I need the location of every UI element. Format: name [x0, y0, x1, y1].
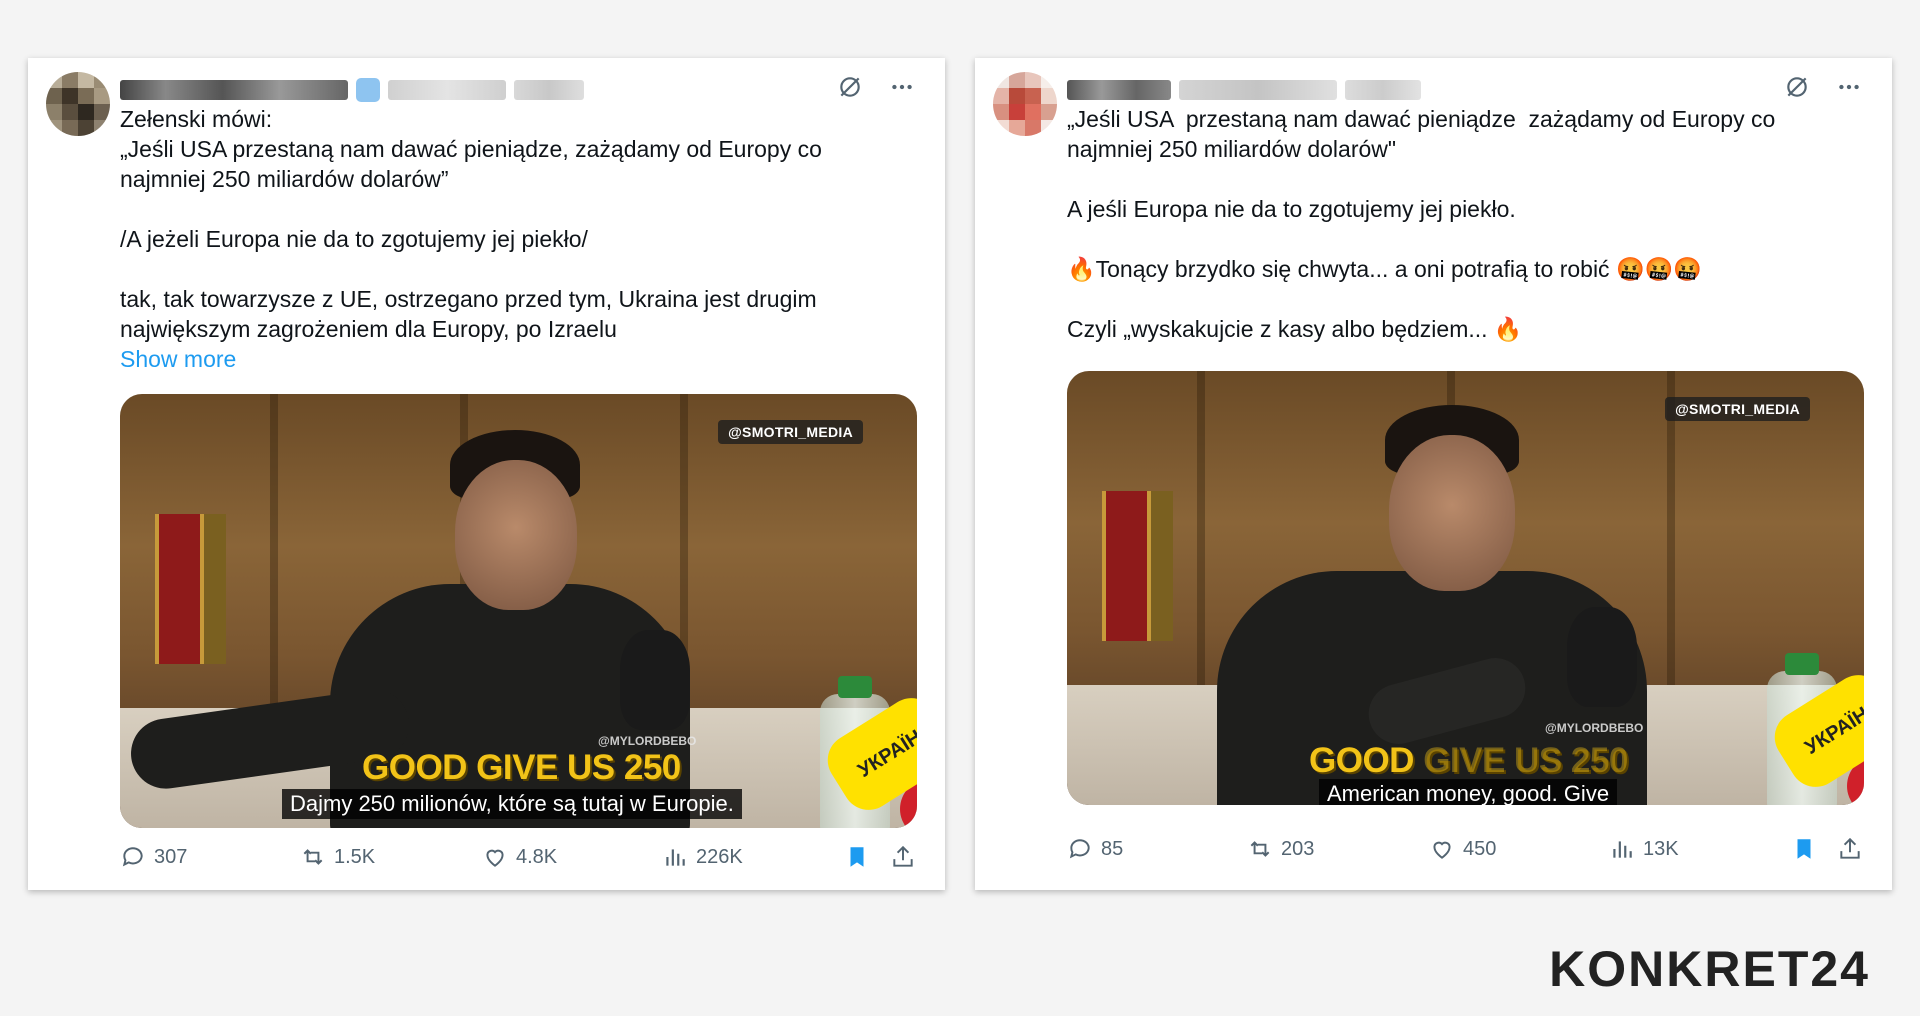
views-button[interactable]: 226K [662, 840, 743, 874]
repost-count: 1.5K [334, 845, 376, 868]
video-subtitle: American money, good. Give [1319, 779, 1618, 805]
tweet-card-right: „Jeśli USA przestaną nam dawać pieniądze… [975, 58, 1892, 890]
like-count: 450 [1463, 837, 1497, 860]
views-button[interactable]: 13K [1609, 832, 1679, 866]
heart-icon [1433, 841, 1451, 859]
grok-icon[interactable] [1782, 72, 1812, 102]
repost-count: 203 [1281, 837, 1315, 860]
bookmark-icon[interactable] [1791, 836, 1817, 862]
share-icon[interactable] [1837, 836, 1863, 862]
heart-icon [486, 849, 504, 867]
tweet-text: „Jeśli USA przestaną nam dawać pieniądze… [1067, 106, 1776, 342]
tweet-video[interactable]: УКРАЇН @SMOTRI_MEDIA @MYLORDBEBO GOOD GI… [1067, 371, 1864, 805]
tweet-card-left: Zełenski mówi: „Jeśli USA przestaną nam … [28, 58, 945, 890]
video-headline: GOOD GIVE US 250 [1309, 741, 1628, 780]
share-icon[interactable] [890, 844, 916, 870]
tweet-video[interactable]: УКРАЇН @SMOTRI_MEDIA @MYLORDBEBO GOOD GI… [120, 394, 917, 828]
video-watermark: @SMOTRI_MEDIA [718, 420, 863, 444]
video-watermark: @SMOTRI_MEDIA [1665, 397, 1810, 421]
repost-button[interactable]: 203 [1247, 832, 1314, 866]
like-button[interactable]: 4.8K [482, 840, 557, 874]
video-credit: @MYLORDBEBO [598, 734, 697, 748]
bookmark-icon[interactable] [844, 844, 870, 870]
more-options-icon[interactable] [1834, 72, 1864, 102]
video-headline: GOOD GIVE US 250 [362, 748, 681, 787]
avatar[interactable] [993, 72, 1057, 136]
video-frame: УКРАЇН [1067, 371, 1864, 805]
reply-button[interactable]: 85 [1067, 832, 1123, 866]
repost-icon [303, 849, 323, 865]
reply-icon [122, 847, 143, 867]
blurred-user-info [1067, 78, 1421, 102]
views-icon [1613, 841, 1632, 858]
repost-button[interactable]: 1.5K [300, 840, 375, 874]
video-credit: @MYLORDBEBO [1545, 721, 1644, 735]
like-count: 4.8K [516, 845, 558, 868]
view-count: 226K [696, 845, 743, 868]
reply-icon [1069, 839, 1090, 859]
views-icon [666, 849, 685, 866]
video-subtitle: Dajmy 250 milionów, które są tutaj w Eur… [282, 789, 742, 819]
repost-icon [1250, 841, 1270, 857]
reply-count: 85 [1101, 837, 1124, 860]
reply-count: 307 [154, 845, 188, 868]
blurred-user-info [120, 78, 584, 102]
more-options-icon[interactable] [887, 72, 917, 102]
reply-button[interactable]: 307 [120, 840, 187, 874]
view-count: 13K [1643, 837, 1679, 860]
tweet-actions: 307 1.5K 4.8K 226K [120, 840, 925, 874]
tweet-text: Zełenski mówi: „Jeśli USA przestaną nam … [120, 106, 822, 372]
like-button[interactable]: 450 [1429, 832, 1496, 866]
konkret24-logo: KONKRET24 [1549, 941, 1870, 997]
grok-icon[interactable] [835, 72, 865, 102]
avatar[interactable] [46, 72, 110, 136]
show-more-link[interactable]: Show more [120, 346, 236, 372]
tweet-actions: 85 203 450 13K [1067, 832, 1872, 866]
